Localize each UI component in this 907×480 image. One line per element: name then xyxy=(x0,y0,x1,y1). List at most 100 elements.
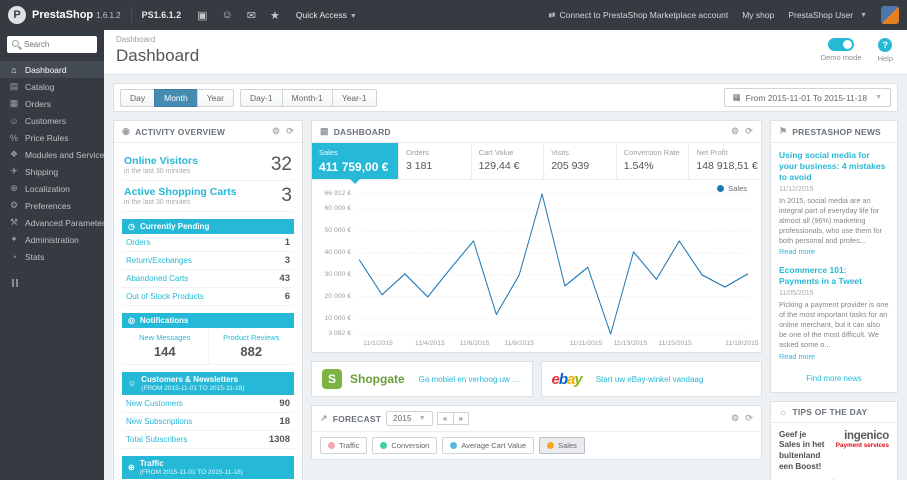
online-visitors-row[interactable]: Online Visitors in the last 30 minutes 3… xyxy=(122,150,294,181)
demo-mode-toggle[interactable] xyxy=(828,38,855,51)
filter-month-button[interactable]: Month xyxy=(154,88,198,107)
find-more-news-link[interactable]: Find more news xyxy=(779,370,889,385)
my-shop-link[interactable]: My shop xyxy=(742,10,774,20)
panel-refresh-icon[interactable]: ⟳ xyxy=(745,413,753,424)
total-subscribers-row[interactable]: Total Subscribers 1308 xyxy=(122,431,294,449)
page-title: Dashboard xyxy=(116,46,200,65)
help-icon[interactable]: ? xyxy=(878,38,893,52)
sidebar-item-customers[interactable]: ☺ Customers xyxy=(0,112,104,129)
messages-notification-icon[interactable]: ✉ xyxy=(247,9,256,22)
chart-y-axis: 3 082 €10 000 €20 000 €30 000 €40 000 €5… xyxy=(324,189,351,338)
sidebar-collapse-button[interactable] xyxy=(12,279,104,287)
panel-settings-icon[interactable]: ⚙ xyxy=(272,126,280,137)
orders-notification-icon[interactable]: ▣ xyxy=(197,9,207,22)
sales-chart: Sales 3 082 €10 000 €20 000 €30 000 €40 … xyxy=(312,180,761,352)
forecast-year-select[interactable]: 2015 ▼ xyxy=(386,411,433,426)
kpi-sales[interactable]: Sales 411 759,00 € xyxy=(312,143,399,184)
ebay-link[interactable]: Start uw eBay-winkel vandaag xyxy=(596,375,704,384)
new-subscriptions-row[interactable]: New Subscriptions 18 xyxy=(122,413,294,431)
sidebar-item-orders[interactable]: ▦ Orders xyxy=(0,95,104,112)
panel-refresh-icon[interactable]: ⟳ xyxy=(745,126,753,137)
kpi-cart-value[interactable]: Cart Value 129,44 € xyxy=(472,143,545,179)
user-avatar[interactable] xyxy=(881,6,899,24)
next-year-icon[interactable]: » xyxy=(452,412,470,425)
panel-settings-icon[interactable]: ⚙ xyxy=(731,413,739,424)
sidebar-item-localization[interactable]: ⊕ Localization xyxy=(0,180,104,197)
ebay-banner: ebay Start uw eBay-winkel vandaag xyxy=(540,361,762,397)
sidebar-item-shipping[interactable]: ✈ Shipping xyxy=(0,163,104,180)
forecast-toggle-average-cart-value[interactable]: Average Cart Value xyxy=(442,437,535,454)
dashboard-content: Day Month Year Day-1 Month-1 Year-1 ▦ Fr… xyxy=(104,75,907,480)
forecast-toggle-conversion[interactable]: Conversion xyxy=(372,437,438,454)
filter-day-1-button[interactable]: Day-1 xyxy=(239,88,283,107)
filter-month-1-button[interactable]: Month-1 xyxy=(281,88,333,107)
brand-name: PrestaShop xyxy=(32,9,94,21)
modules-icon: ❖ xyxy=(9,149,19,159)
date-range-picker[interactable]: ▦ From 2015-11-01 To 2015-11-18 ▼ xyxy=(723,88,891,107)
product-reviews-cell[interactable]: Product Reviews 882 xyxy=(207,328,295,364)
chevron-down-icon: ▼ xyxy=(418,415,426,422)
marketplace-link[interactable]: ⇄ Connect to PrestaShop Marketplace acco… xyxy=(548,10,728,21)
sidebar-item-stats[interactable]: ◔ Stats xyxy=(0,248,104,265)
forecast-toggle-traffic[interactable]: Traffic xyxy=(320,437,368,454)
sidebar-search xyxy=(7,36,97,53)
new-customers-row[interactable]: New Customers 90 xyxy=(122,395,294,413)
active-carts-row[interactable]: Active Shopping Carts in the last 30 min… xyxy=(122,181,294,212)
abandoned-carts-row[interactable]: Abandoned Carts 43 xyxy=(122,270,294,288)
kpi-orders[interactable]: Orders 3 181 xyxy=(399,143,472,179)
search-input[interactable] xyxy=(7,36,97,53)
panel-refresh-icon[interactable]: ⟳ xyxy=(286,126,294,137)
activity-panel-header: ◉ ACTIVITY OVERVIEW ⚙ ⟳ xyxy=(114,121,302,143)
admin-icon: ✦ xyxy=(10,234,18,244)
out-of-stock-row[interactable]: Out of Stock Products 6 xyxy=(122,288,294,306)
forecast-legend: Traffic Conversion Average Cart Value Sa… xyxy=(312,432,761,459)
kpi-net-profit[interactable]: Net Profit 148 918,51 € xyxy=(689,143,761,179)
customers-icon: ☺ xyxy=(9,115,19,126)
sidebar-item-price-rules[interactable]: % Price Rules xyxy=(0,129,104,146)
prestashop-logo-icon[interactable]: P xyxy=(8,6,26,24)
sidebar-item-dashboard[interactable]: ⌂ Dashboard xyxy=(0,61,104,78)
chart-legend-sales[interactable]: Sales xyxy=(717,184,747,193)
read-more-link[interactable]: Read more xyxy=(779,247,889,256)
connect-icon: ⇄ xyxy=(548,9,556,20)
globe-icon: ⊕ xyxy=(10,183,18,193)
quick-access-menu[interactable]: Quick Access ▼ xyxy=(296,10,357,20)
tip-heading: Geef je Sales in het buitenland een Boos… xyxy=(779,429,825,471)
forecast-toggle-sales[interactable]: Sales xyxy=(539,437,585,454)
sidebar-item-modules[interactable]: ❖ Modules and Services xyxy=(0,146,104,163)
activity-icon: ◉ xyxy=(122,126,131,136)
sidebar-item-preferences[interactable]: ⚙ Preferences xyxy=(0,197,104,214)
kpi-conversion-rate[interactable]: Conversion Rate 1.54% xyxy=(617,143,690,179)
filter-year-button[interactable]: Year xyxy=(196,88,234,107)
dashboard-icon: ▦ xyxy=(320,126,329,136)
news-article: Ecommerce 101: Payments in a Tweet 11/05… xyxy=(779,265,889,360)
gear-icon: ⚙ xyxy=(9,200,19,210)
news-article-title[interactable]: Ecommerce 101: Payments in a Tweet xyxy=(779,265,889,287)
filter-day-button[interactable]: Day xyxy=(120,88,156,107)
badges-icon[interactable]: ★ xyxy=(270,9,280,22)
shopgate-banner: S Shopgate Ga mobiel en verhoog uw omzet xyxy=(311,361,533,397)
dashboard-panel-header: ▦ DASHBOARD ⚙ ⟳ xyxy=(312,121,761,143)
news-article-title[interactable]: Using social media for your business: 4 … xyxy=(779,150,889,183)
filter-year-1-button[interactable]: Year-1 xyxy=(331,88,377,107)
pending-returns-row[interactable]: Return/Exchanges 3 xyxy=(122,252,294,270)
shopgate-link[interactable]: Ga mobiel en verhoog uw omzet xyxy=(419,375,522,384)
catalog-icon: ▤ xyxy=(9,81,19,91)
kpi-visits[interactable]: Visits 205 939 xyxy=(544,143,617,179)
previous-year-icon[interactable]: « xyxy=(436,412,454,425)
new-messages-cell[interactable]: New Messages 144 xyxy=(122,328,208,364)
divider xyxy=(130,7,132,23)
read-more-link[interactable]: Read more xyxy=(779,352,889,361)
main-area: Dashboard Dashboard Demo mode ? Help Day… xyxy=(104,30,907,480)
sidebar-item-advanced-parameters[interactable]: ⚒ Advanced Parameters xyxy=(0,214,104,231)
traffic-section-header: ⊕ Traffic (FROM 2015-11-01 TO 2015-11-18… xyxy=(122,456,294,479)
stats-icon: ◔ xyxy=(11,251,17,262)
legend-dot-icon xyxy=(328,442,335,449)
sidebar-item-administration[interactable]: ✦ Administration xyxy=(0,231,104,248)
panel-settings-icon[interactable]: ⚙ xyxy=(731,126,739,137)
pending-orders-row[interactable]: Orders 1 xyxy=(122,234,294,252)
shopgate-name: Shopgate xyxy=(350,372,405,386)
customers-notification-icon[interactable]: ☺ xyxy=(222,9,233,21)
user-menu[interactable]: PrestaShop User ▼ xyxy=(788,10,867,20)
sidebar-item-catalog[interactable]: ▤ Catalog xyxy=(0,78,104,95)
